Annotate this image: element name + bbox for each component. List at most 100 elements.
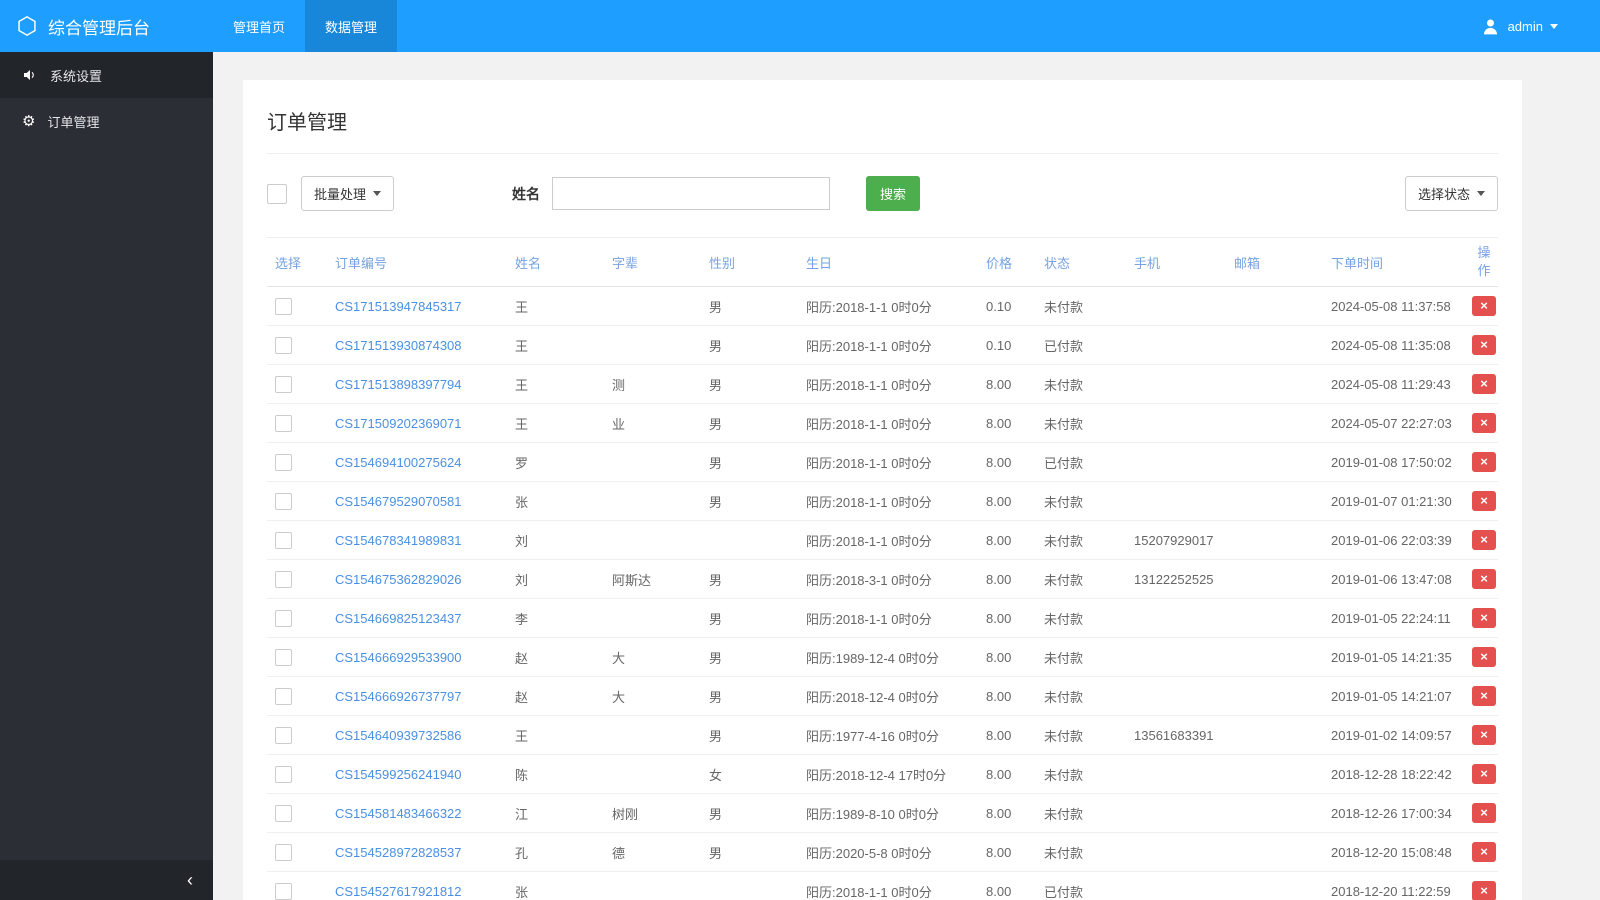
cell-actions: × (1470, 754, 1498, 795)
cell-birthday: 阳历:2018-3-1 0时0分 (798, 559, 978, 600)
order-number-link[interactable]: CS154675362829026 (335, 572, 462, 587)
cell-price: 0.10 (978, 325, 1036, 366)
table-row: CS154528972828537 孔德男阳历:2020-5-8 0时0分 8.00… (267, 832, 1498, 873)
nav-item-home[interactable]: 管理首页 (213, 0, 305, 52)
cell-order_no: CS154581483466322 (327, 793, 507, 834)
delete-button[interactable]: × (1472, 452, 1496, 473)
row-checkbox[interactable] (275, 570, 292, 588)
delete-button[interactable]: × (1472, 647, 1496, 668)
cell-status: 未付款 (1036, 364, 1126, 405)
delete-button[interactable]: × (1472, 335, 1496, 356)
cell-created_at: 2019-01-08 17:50:02 (1323, 442, 1470, 483)
order-number-link[interactable]: CS171513898397794 (335, 377, 462, 392)
cell-created_at: 2019-01-05 14:21:07 (1323, 676, 1470, 717)
order-number-link[interactable]: CS154581483466322 (335, 806, 462, 821)
cell-price: 8.00 (978, 754, 1036, 795)
row-checkbox[interactable] (275, 804, 292, 822)
row-checkbox[interactable] (275, 414, 292, 432)
row-checkbox[interactable] (275, 336, 292, 354)
order-number-link[interactable]: CS171513930874308 (335, 338, 462, 353)
cell-price: 8.00 (978, 364, 1036, 405)
row-checkbox[interactable] (275, 843, 292, 861)
name-filter-label: 姓名 (512, 185, 541, 202)
user-menu[interactable]: admin (1480, 0, 1600, 52)
cell-email (1226, 520, 1323, 561)
delete-button[interactable]: × (1472, 686, 1496, 707)
delete-button[interactable]: × (1472, 296, 1496, 317)
delete-button[interactable]: × (1472, 764, 1496, 785)
cell-actions: × (1470, 325, 1498, 366)
table-row: CS154679529070581 张 男阳历:2018-1-1 0时0分 8.00 未… (267, 481, 1498, 522)
row-checkbox[interactable] (275, 765, 292, 783)
row-checkbox[interactable] (275, 375, 292, 393)
top-bar: 综合管理后台 管理首页 数据管理 admin (0, 0, 1600, 52)
delete-button[interactable]: × (1472, 608, 1496, 629)
cell-status: 未付款 (1036, 403, 1126, 444)
search-button[interactable]: 搜索 (866, 176, 921, 211)
delete-button[interactable]: × (1472, 569, 1496, 590)
table-row: CS171513930874308 王 男阳历:2018-1-1 0时0分 0.10 已… (267, 325, 1498, 366)
cell-phone (1126, 286, 1226, 327)
cell-name: 江 (507, 793, 604, 834)
cell-created_at: 2018-12-26 17:00:34 (1323, 793, 1470, 834)
row-checkbox[interactable] (275, 648, 292, 666)
chevron-down-icon (1477, 191, 1485, 196)
row-checkbox[interactable] (275, 687, 292, 705)
delete-button[interactable]: × (1472, 725, 1496, 746)
cell-created_at: 2024-05-08 11:37:58 (1323, 286, 1470, 327)
select-all-checkbox[interactable] (267, 183, 287, 204)
sidebar-item-order-management[interactable]: ⚙ 订单管理 (0, 98, 213, 144)
delete-button[interactable]: × (1472, 413, 1496, 434)
delete-button[interactable]: × (1472, 842, 1496, 863)
page-title: 订单管理 (267, 86, 1498, 154)
cell-gender: 男 (701, 676, 798, 717)
cell-name: 王 (507, 364, 604, 405)
chevron-left-icon: ‹ (187, 869, 193, 890)
order-number-link[interactable]: CS154666926737797 (335, 689, 462, 704)
cell-gender: 男 (701, 559, 798, 600)
order-number-link[interactable]: CS154679529070581 (335, 494, 462, 509)
cell-price: 8.00 (978, 442, 1036, 483)
cell-name: 刘 (507, 559, 604, 600)
order-number-link[interactable]: CS154527617921812 (335, 884, 462, 899)
table-row: CS171513898397794 王测男阳历:2018-1-1 0时0分 8.00… (267, 364, 1498, 405)
table-row: CS154581483466322 江树刚男阳历:1989-8-10 0时0分 8.… (267, 793, 1498, 834)
sidebar-item-system-settings[interactable]: 系统设置 (0, 52, 213, 98)
nav-item-data[interactable]: 数据管理 (305, 0, 398, 52)
delete-button[interactable]: × (1472, 803, 1496, 824)
batch-actions-button[interactable]: 批量处理 (301, 176, 395, 211)
delete-button[interactable]: × (1472, 491, 1496, 512)
row-checkbox[interactable] (275, 453, 292, 471)
status-filter-button[interactable]: 选择状态 (1404, 176, 1498, 211)
order-number-link[interactable]: CS154599256241940 (335, 767, 462, 782)
row-checkbox[interactable] (275, 882, 292, 900)
order-number-link[interactable]: CS154694100275624 (335, 455, 462, 470)
name-filter-input[interactable] (552, 177, 831, 210)
order-number-link[interactable]: CS154640939732586 (335, 728, 462, 743)
order-number-link[interactable]: CS171509202369071 (335, 416, 462, 431)
row-checkbox[interactable] (275, 726, 292, 744)
cell-gender: 男 (701, 832, 798, 873)
delete-button[interactable]: × (1472, 530, 1496, 551)
row-checkbox[interactable] (275, 531, 292, 549)
cell-name: 李 (507, 598, 604, 639)
order-number-link[interactable]: CS154669825123437 (335, 611, 462, 626)
order-number-link[interactable]: CS154666929533900 (335, 650, 462, 665)
column-header: 手机 (1126, 236, 1226, 288)
cell-select (267, 481, 327, 522)
order-number-link[interactable]: CS154678341989831 (335, 533, 462, 548)
column-header: 状态 (1036, 236, 1126, 288)
delete-button[interactable]: × (1472, 881, 1496, 900)
order-number-link[interactable]: CS154528972828537 (335, 845, 462, 860)
row-checkbox[interactable] (275, 492, 292, 510)
cell-gender (701, 871, 798, 900)
sidebar-collapse-button[interactable]: ‹ (0, 860, 213, 900)
cell-email (1226, 715, 1323, 756)
order-number-link[interactable]: CS171513947845317 (335, 299, 462, 314)
row-checkbox[interactable] (275, 297, 292, 315)
cell-order_no: CS171509202369071 (327, 403, 507, 444)
cell-created_at: 2018-12-20 15:08:48 (1323, 832, 1470, 873)
delete-button[interactable]: × (1472, 374, 1496, 395)
row-checkbox[interactable] (275, 609, 292, 627)
cell-email (1226, 325, 1323, 366)
